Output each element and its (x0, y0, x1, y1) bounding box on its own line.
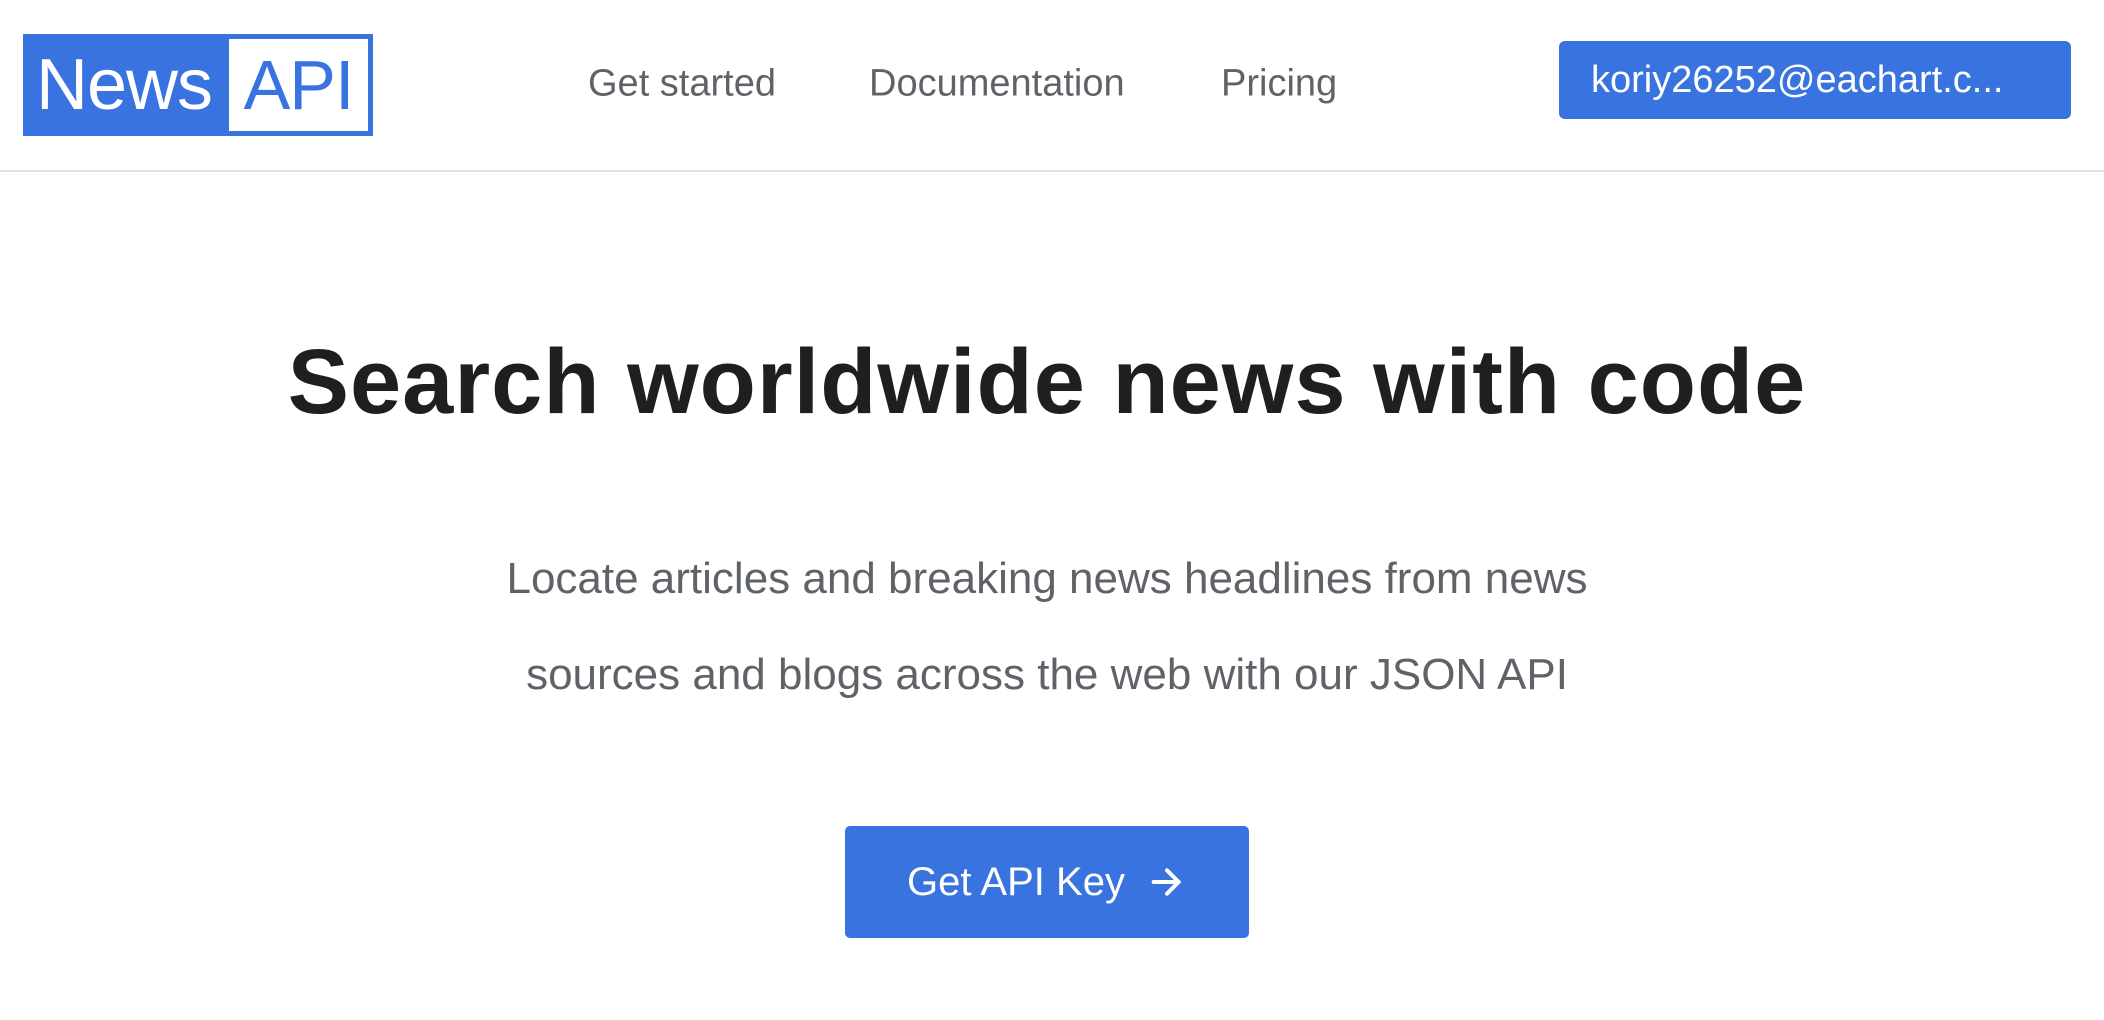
logo-word-api: API (243, 46, 355, 124)
hero-subtitle-line-2: sources and blogs across the web with ou… (526, 650, 1568, 699)
newsapi-logo[interactable]: News API (23, 34, 373, 136)
account-button[interactable]: koriy26252@eachart.c... (1559, 41, 2071, 119)
page: News API Get started Documentation Prici… (0, 0, 2104, 1020)
logo-word-news: News (36, 45, 213, 125)
nav-link-get-started[interactable]: Get started (588, 63, 776, 106)
nav-link-pricing[interactable]: Pricing (1221, 63, 1337, 106)
hero-subtitle-line-1: Locate articles and breaking news headli… (506, 554, 1588, 603)
get-api-key-label: Get API Key (907, 859, 1125, 904)
hero-title: Search worldwide news with code (287, 331, 1807, 433)
arrow-right-icon (1147, 862, 1187, 902)
logo-api-box: API (229, 39, 368, 131)
site-header: News API Get started Documentation Prici… (0, 0, 2104, 172)
get-api-key-button[interactable]: Get API Key (845, 826, 1249, 938)
nav-link-documentation[interactable]: Documentation (869, 63, 1125, 106)
